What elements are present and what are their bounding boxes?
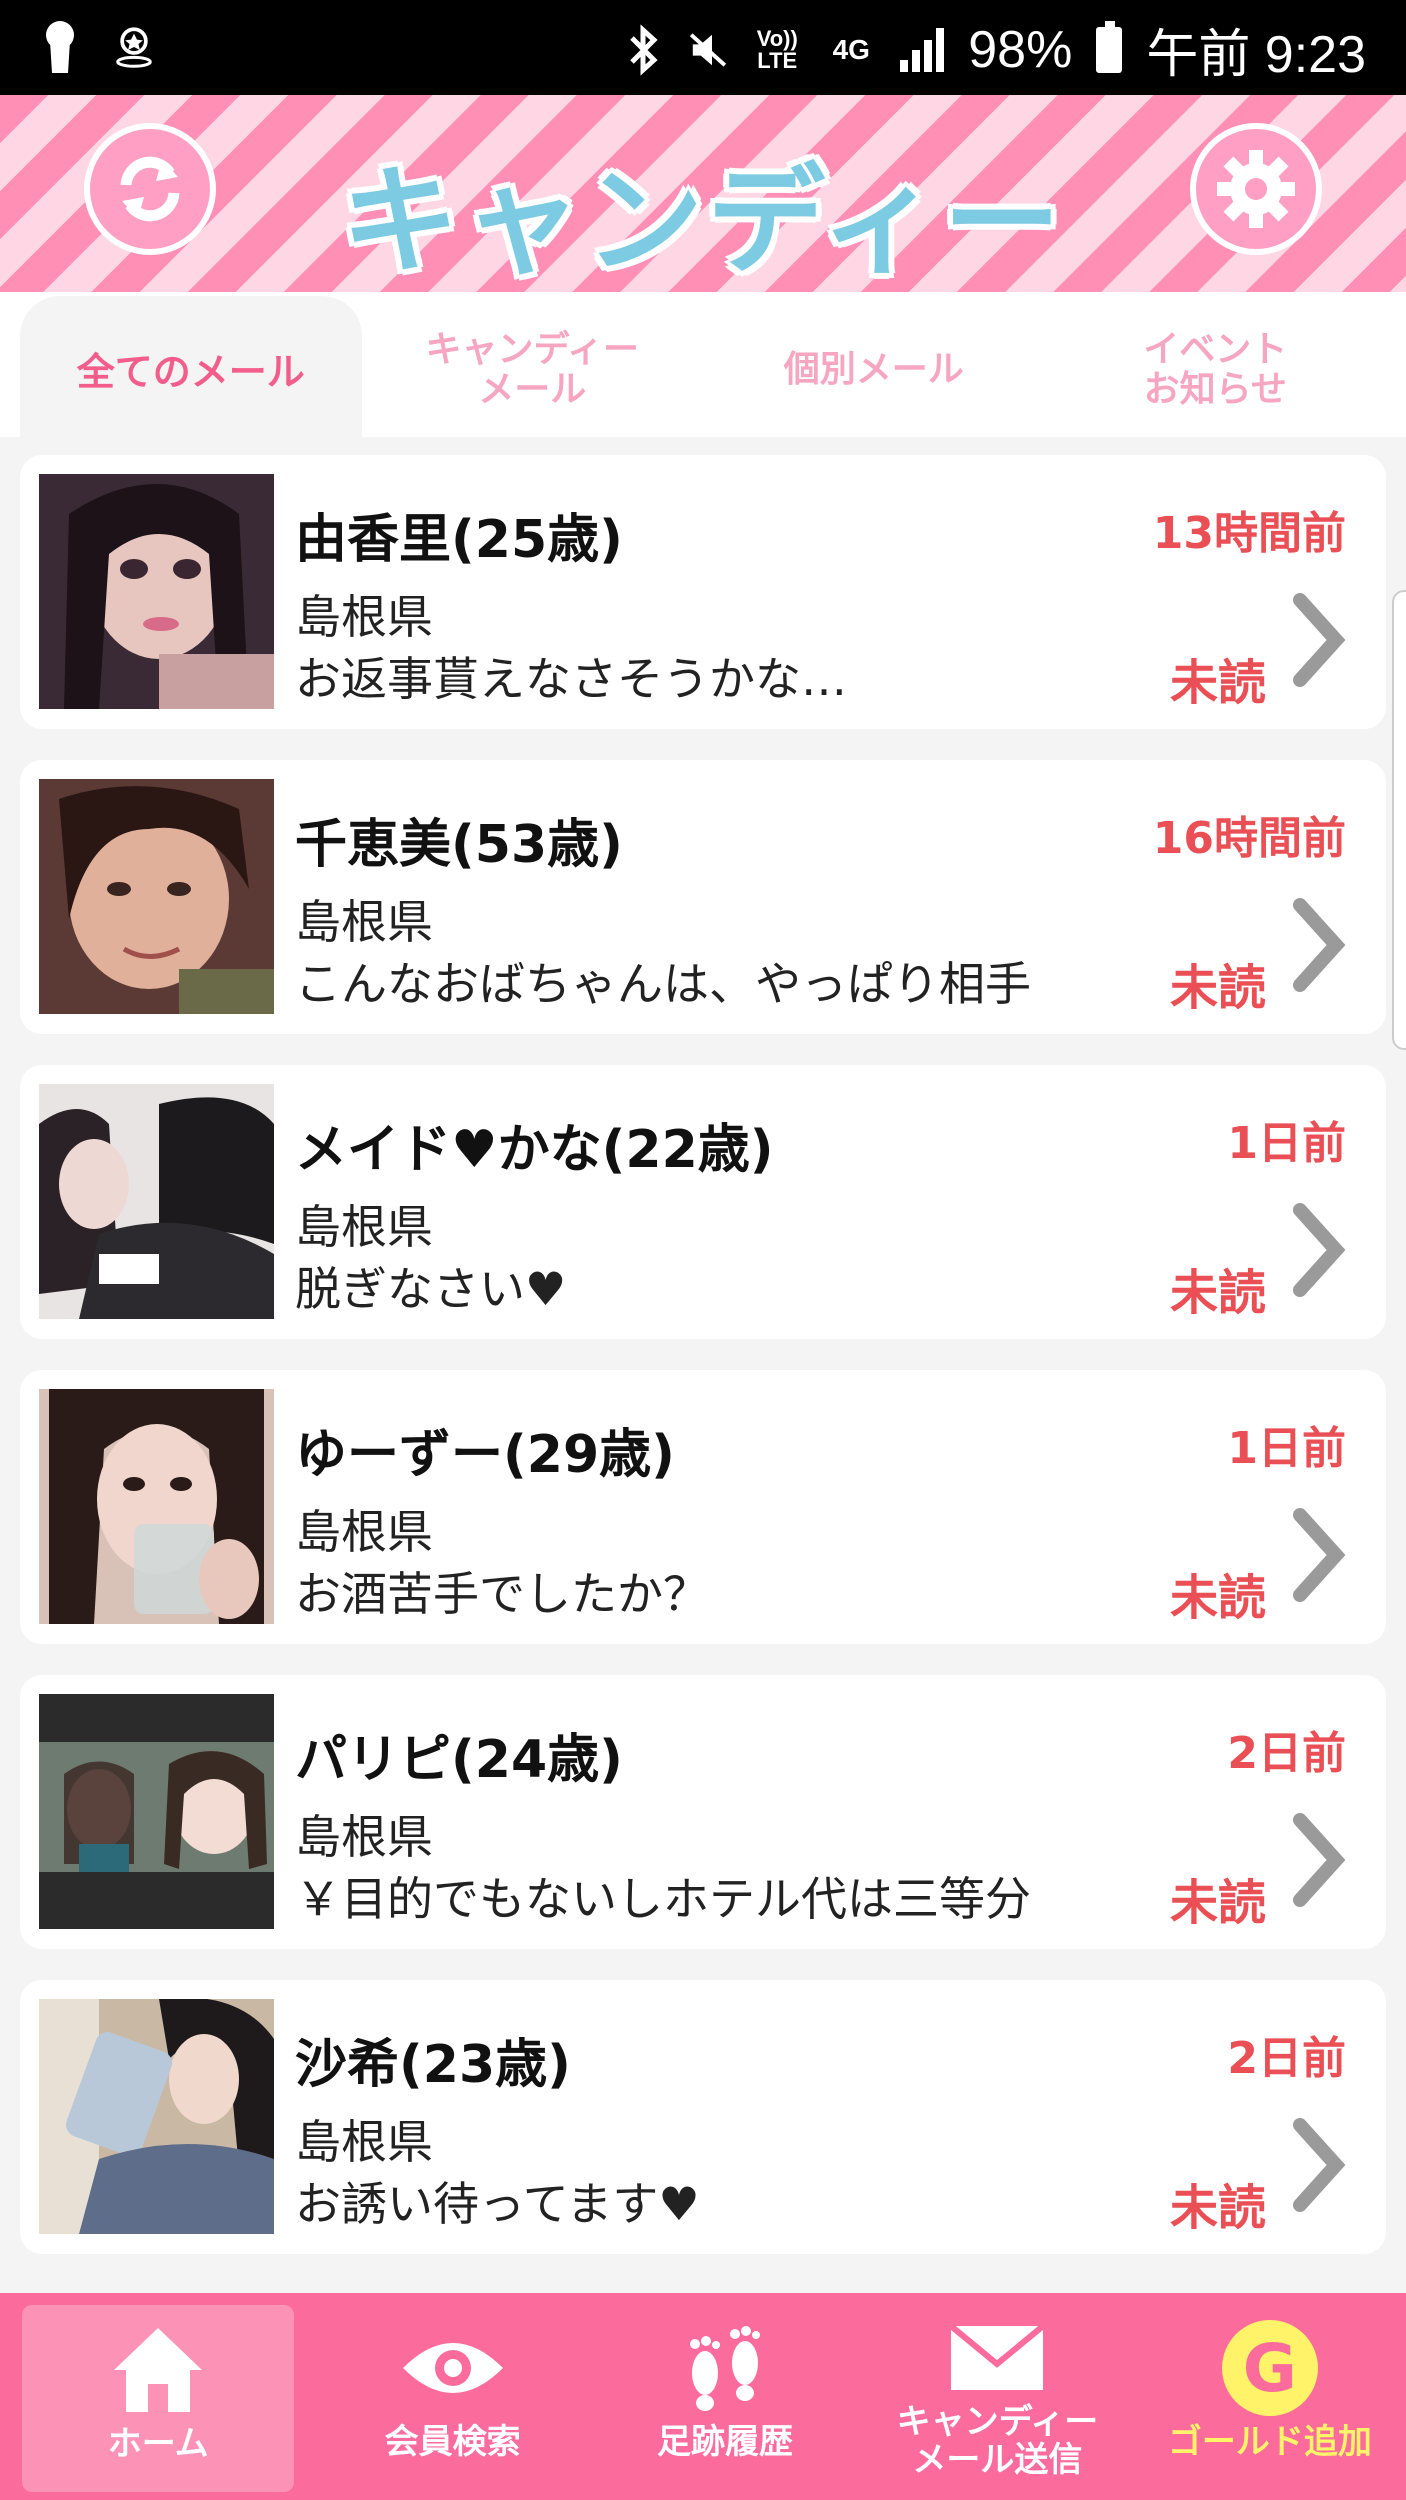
unread-badge: 未読 bbox=[1169, 2180, 1266, 2236]
lte-indicator: Vo)) LTE bbox=[756, 25, 798, 73]
message-preview: お誘い待ってます♥ bbox=[295, 2177, 700, 2231]
bottom-nav: ホーム 会員検索 足跡履歴 キャンディー メール送信 G ゴールド追加 bbox=[0, 2293, 1406, 2500]
avatar bbox=[39, 1694, 274, 1929]
mail-tabs: 全てのメール キャンディー メール 個別メール イベント お知らせ bbox=[0, 292, 1406, 437]
chevron-right-icon bbox=[1293, 1813, 1346, 1907]
nav-footprints[interactable]: 足跡履歴 bbox=[589, 2293, 861, 2500]
clock: 午前 9:23 bbox=[1146, 26, 1366, 84]
gear-icon bbox=[1217, 150, 1295, 228]
message-list: 由香里(25歳) 島根県 お返事貰えなさそうかな… 13時間前 未読 千恵美(5… bbox=[0, 437, 1406, 2293]
list-item[interactable]: 由香里(25歳) 島根県 お返事貰えなさそうかな… 13時間前 未読 bbox=[20, 455, 1386, 729]
tab-all-mail[interactable]: 全てのメール bbox=[20, 296, 362, 437]
message-time: 2日前 bbox=[1227, 1728, 1346, 1779]
message-time: 1日前 bbox=[1227, 1423, 1346, 1474]
unread-badge: 未読 bbox=[1169, 1875, 1266, 1931]
keyhole-icon bbox=[40, 18, 80, 76]
unread-badge: 未読 bbox=[1169, 1570, 1266, 1626]
sender-name: 由香里(25歳) bbox=[295, 510, 623, 570]
avatar bbox=[39, 1999, 274, 2234]
network-indicator: 4G bbox=[832, 33, 870, 65]
tab-candy-mail[interactable]: キャンディー メール bbox=[362, 292, 704, 437]
message-preview: こんなおばちゃんは、やっぱり相手 bbox=[295, 957, 1031, 1011]
chevron-right-icon bbox=[1293, 898, 1346, 992]
nav-send-candy-mail[interactable]: キャンディー メール送信 bbox=[861, 2293, 1133, 2500]
sender-name: 沙希(23歳) bbox=[295, 2035, 571, 2095]
home-icon bbox=[114, 2328, 203, 2412]
side-drawer-handle[interactable] bbox=[1392, 590, 1406, 1050]
nav-member-search-label: 会員検索 bbox=[384, 2422, 521, 2462]
sender-name: メイド♥かな(22歳) bbox=[295, 1120, 774, 1180]
chevron-right-icon bbox=[1293, 2118, 1346, 2212]
sender-name: 千恵美(53歳) bbox=[295, 815, 623, 875]
message-preview: 脱ぎなさい♥ bbox=[295, 1262, 567, 1316]
avatar bbox=[39, 1389, 274, 1624]
unread-badge: 未読 bbox=[1169, 655, 1266, 711]
signal-icon bbox=[900, 27, 945, 72]
message-preview: お酒苦手でしたか？ bbox=[295, 1567, 709, 1621]
list-item[interactable]: 沙希(23歳) 島根県 お誘い待ってます♥ 2日前 未読 bbox=[20, 1980, 1386, 2254]
battery-icon bbox=[1096, 20, 1123, 73]
nav-member-search[interactable]: 会員検索 bbox=[316, 2293, 588, 2500]
status-bar: Vo)) LTE 4G 98% 午前 9:23 bbox=[0, 0, 1406, 95]
message-preview: お返事貰えなさそうかな… bbox=[295, 652, 847, 706]
settings-button[interactable] bbox=[1190, 123, 1322, 255]
tab-individual-mail[interactable]: 個別メール bbox=[703, 292, 1045, 437]
footprints-icon bbox=[690, 2326, 761, 2411]
gold-coin-icon: G bbox=[1221, 2320, 1318, 2416]
sender-name: パリピ(24歳) bbox=[295, 1730, 623, 1790]
sender-prefecture: 島根県 bbox=[295, 2115, 433, 2169]
location-icon bbox=[114, 18, 154, 76]
sender-prefecture: 島根県 bbox=[295, 1810, 433, 1864]
mute-icon bbox=[688, 21, 728, 79]
nav-footprints-label: 足跡履歴 bbox=[657, 2422, 794, 2462]
avatar bbox=[39, 474, 274, 709]
list-item[interactable]: パリピ(24歳) 島根県 ￥目的でもないしホテル代は三等分 2日前 未読 bbox=[20, 1675, 1386, 1949]
sender-prefecture: 島根県 bbox=[295, 1200, 433, 1254]
message-time: 1日前 bbox=[1227, 1118, 1346, 1169]
message-preview: ￥目的でもないしホテル代は三等分 bbox=[295, 1872, 1031, 1926]
mail-icon bbox=[949, 2323, 1046, 2390]
nav-send-candy-mail-label: キャンディー メール送信 bbox=[896, 2402, 1099, 2480]
sender-prefecture: 島根県 bbox=[295, 590, 433, 644]
list-item[interactable]: メイド♥かな(22歳) 島根県 脱ぎなさい♥ 1日前 未読 bbox=[20, 1065, 1386, 1339]
nav-home[interactable]: ホーム bbox=[22, 2305, 295, 2492]
unread-badge: 未読 bbox=[1169, 960, 1266, 1016]
app-header: キャンディー bbox=[0, 95, 1406, 292]
nav-gold-add-label: ゴールド追加 bbox=[1167, 2422, 1372, 2462]
message-time: 16時間前 bbox=[1152, 813, 1346, 864]
nav-home-label: ホーム bbox=[107, 2424, 209, 2464]
eye-icon bbox=[402, 2343, 503, 2393]
tab-event-notice[interactable]: イベント お知らせ bbox=[1045, 292, 1387, 437]
bluetooth-icon bbox=[624, 21, 664, 79]
avatar bbox=[39, 779, 274, 1014]
unread-badge: 未読 bbox=[1169, 1265, 1266, 1321]
sender-prefecture: 島根県 bbox=[295, 1505, 433, 1559]
avatar bbox=[39, 1084, 274, 1319]
chevron-right-icon bbox=[1293, 593, 1346, 687]
nav-gold-add[interactable]: G ゴールド追加 bbox=[1134, 2293, 1406, 2500]
message-time: 2日前 bbox=[1227, 2033, 1346, 2084]
message-time: 13時間前 bbox=[1152, 508, 1346, 559]
sender-prefecture: 島根県 bbox=[295, 895, 433, 949]
list-item[interactable]: 千恵美(53歳) 島根県 こんなおばちゃんは、やっぱり相手 16時間前 未読 bbox=[20, 760, 1386, 1034]
list-item[interactable]: ゆーずー(29歳) 島根県 お酒苦手でしたか？ 1日前 未読 bbox=[20, 1370, 1386, 1644]
sender-name: ゆーずー(29歳) bbox=[295, 1425, 675, 1485]
chevron-right-icon bbox=[1293, 1203, 1346, 1297]
chevron-right-icon bbox=[1293, 1508, 1346, 1602]
battery-percent: 98% bbox=[968, 20, 1073, 79]
